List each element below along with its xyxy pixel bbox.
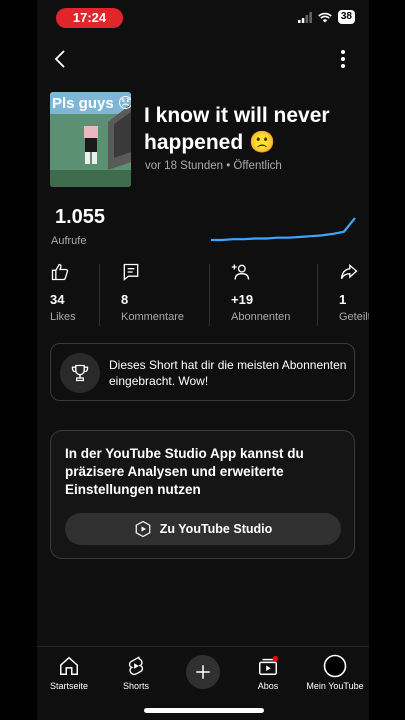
- stat-subscribers-label: Abonnenten: [231, 311, 291, 323]
- stat-subscribers-value: +19: [231, 292, 254, 307]
- thumbs-up-icon: [51, 263, 69, 281]
- shorts-icon: [128, 656, 144, 676]
- nav-profile-label: Mein YouTube: [306, 681, 364, 691]
- trophy-icon: [71, 364, 89, 382]
- stat-likes-label: Likes: [50, 311, 76, 323]
- stat-comments-value: 8: [121, 292, 129, 307]
- comment-icon: [123, 263, 139, 281]
- nav-profile[interactable]: Mein YouTube: [303, 654, 367, 691]
- video-meta: vor 18 Stunden • Öffentlich: [145, 160, 282, 172]
- battery-indicator: 38: [337, 10, 355, 24]
- stat-comments-label: Kommentare: [121, 311, 184, 323]
- status-icons: 38: [297, 10, 355, 24]
- stat-shares-value: 1: [339, 292, 347, 307]
- stat-likes-value: 34: [50, 292, 65, 307]
- wifi-icon: [318, 12, 332, 22]
- signal-icon: [297, 11, 312, 23]
- share-icon: [340, 263, 358, 279]
- notification-dot: [272, 655, 279, 662]
- stat-divider: [209, 264, 210, 326]
- views-sparkline: [211, 217, 356, 242]
- nav-subscriptions-label: Abos: [257, 681, 279, 691]
- video-title: I know it will never happened 🙁: [144, 104, 330, 154]
- add-person-icon: [231, 264, 250, 280]
- nav-home[interactable]: Startseite: [37, 655, 101, 691]
- studio-promo-card: In der YouTube Studio App kannst du präz…: [50, 430, 355, 559]
- trophy-badge: [60, 353, 100, 393]
- status-time: 17:24: [56, 8, 123, 28]
- profile-icon: [323, 654, 347, 678]
- app-screen: 17:24 38 Pls guys 😞 I know it will never…: [37, 0, 369, 720]
- stat-likes[interactable]: 34 Likes: [50, 262, 76, 326]
- info-card-text: Dieses Short hat dir die meisten Abonnen…: [109, 358, 347, 388]
- stat-divider: [99, 264, 100, 326]
- stat-shares[interactable]: 1 Geteilt: [339, 262, 369, 326]
- subscriptions-icon: [259, 655, 279, 675]
- studio-promo-text: In der YouTube Studio App kannst du präz…: [65, 446, 304, 497]
- stat-comments[interactable]: 8 Kommentare: [121, 262, 184, 326]
- sparkline-path: [211, 217, 356, 242]
- nav-home-label: Startseite: [49, 681, 89, 691]
- nav-shorts-label: Shorts: [122, 681, 149, 691]
- top-short-info-card: Dieses Short hat dir die meisten Abonnen…: [50, 343, 355, 401]
- home-icon: [60, 656, 78, 675]
- nav-shorts[interactable]: Shorts: [104, 655, 168, 691]
- status-bar: 17:24 38: [37, 0, 369, 36]
- stat-divider: [317, 264, 318, 326]
- back-arrow-icon[interactable]: [49, 47, 73, 71]
- video-thumbnail[interactable]: Pls guys 😞: [50, 92, 131, 187]
- studio-logo-icon: [135, 520, 151, 538]
- stats-row: 34 Likes 8 Kommentare +19 Abonnenten 1 G…: [37, 262, 369, 326]
- stat-shares-label: Geteilt: [339, 311, 369, 323]
- create-button[interactable]: [186, 655, 220, 689]
- plus-icon: [196, 665, 210, 679]
- top-bar: [37, 44, 369, 74]
- stat-subscribers[interactable]: +19 Abonnenten: [231, 262, 290, 326]
- open-studio-label: Zu YouTube Studio: [159, 522, 273, 536]
- nav-subscriptions[interactable]: Abos: [236, 655, 300, 691]
- more-options-icon[interactable]: [331, 47, 355, 71]
- views-label: Aufrufe: [51, 235, 87, 247]
- open-studio-button[interactable]: Zu YouTube Studio: [65, 513, 341, 545]
- thumbnail-caption: Pls guys 😞: [52, 95, 131, 112]
- home-indicator: [144, 708, 264, 713]
- views-count: 1.055: [55, 206, 106, 228]
